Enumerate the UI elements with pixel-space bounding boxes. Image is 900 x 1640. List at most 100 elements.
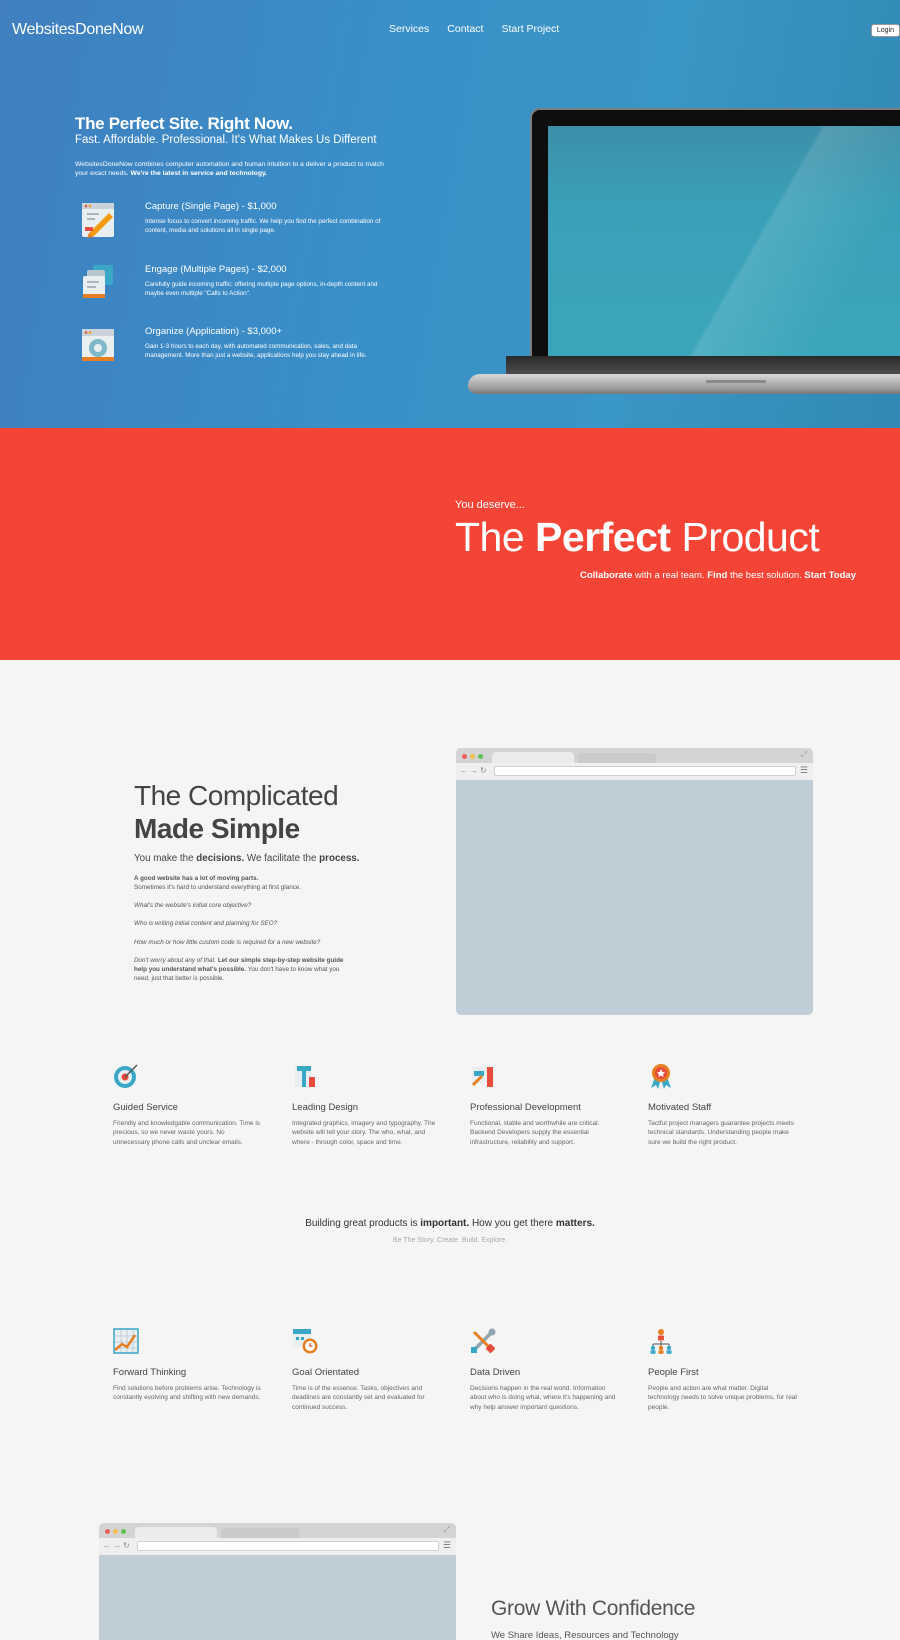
address-bar: [137, 1541, 439, 1551]
browser-mockup-2: ⤢ ←→↻ ☰: [99, 1523, 456, 1640]
expand-icon: ⤢: [443, 1525, 450, 1534]
service-capture[interactable]: Capture (Single Page) - $1,000 Intense f…: [75, 201, 385, 251]
tag-collaborate: Collaborate: [580, 570, 633, 581]
quote-bold-2: matters.: [555, 1218, 595, 1229]
main-nav: Services Contact Start Project: [389, 23, 559, 35]
feature-title: Goal Orientated: [292, 1367, 360, 1378]
feature-desc: Integrated graphics, imagery and typogra…: [292, 1120, 436, 1146]
laptop-notch: [706, 380, 766, 383]
question-1: What's the website's initial core object…: [134, 901, 349, 910]
award-ribbon-icon: [651, 1064, 671, 1089]
menu-icon: ☰: [442, 1540, 451, 1550]
service-title: Engage (Multiple Pages) - $2,000: [145, 264, 287, 275]
feature-desc: Time is of the essence. Tasks, objective…: [292, 1385, 425, 1411]
people-network-icon: [650, 1329, 672, 1354]
nav-arrows-icon: ←→↻: [460, 766, 489, 775]
tag-find: Find: [707, 570, 728, 581]
feature-professional-development: Professional Development Functional, sta…: [470, 1063, 620, 1147]
feature-motivated-staff: Motivated Staff Tactful project managers…: [648, 1063, 798, 1147]
hero-subtitle: Fast. Affordable. Professional. It's Wha…: [75, 134, 377, 146]
service-desc: Intense focus to convert incoming traffi…: [145, 218, 381, 234]
laptop-base: [468, 374, 900, 394]
target-icon: [114, 1064, 138, 1088]
login-button[interactable]: Login: [870, 24, 900, 37]
lead-text-2: We facilitate the: [244, 853, 320, 864]
feature-desc: Friendly and knowledgable communication.…: [113, 1120, 261, 1146]
feature-leading-design: Leading Design Integrated graphics, imag…: [292, 1063, 442, 1147]
maximize-dot-icon: [478, 754, 483, 759]
browser-toolbar: ←→↻ ☰: [99, 1538, 456, 1555]
maximize-dot-icon: [121, 1529, 126, 1534]
browser-toolbar: ←→↻ ☰: [456, 763, 813, 780]
address-bar: [494, 766, 796, 776]
brand-logo[interactable]: WebsitesDoneNow: [12, 21, 144, 39]
feature-forward-thinking: Forward Thinking Find solutions before p…: [113, 1328, 263, 1403]
hero-intro: WebsitesDoneNow combines computer automa…: [75, 160, 385, 178]
laptop-image: [466, 106, 900, 406]
feature-data-driven: Data Driven Decisions happen in the real…: [470, 1328, 620, 1412]
minimize-dot-icon: [113, 1529, 118, 1534]
question-3-text: How much or how little custom code is re…: [134, 938, 321, 946]
service-engage[interactable]: Engage (Multiple Pages) - $2,000 Careful…: [75, 264, 385, 314]
feature-people-first: People First People and action are what …: [648, 1328, 798, 1412]
hero-title: The Perfect Site. Right Now.: [75, 114, 293, 133]
feature-desc: Functional, stable and worthwhile are cr…: [470, 1120, 600, 1146]
hero-intro-bold: We're the latest in service and technolo…: [130, 170, 268, 178]
feature-title: Guided Service: [113, 1102, 178, 1113]
quote-text-2: How you get there: [469, 1218, 556, 1229]
middle-subtitle: Be The Story. Create. Build. Explore.: [392, 1237, 508, 1244]
service-organize[interactable]: Organize (Application) - $3,000+ Gain 1-…: [75, 326, 385, 376]
section-body: A good website has a lot of moving parts…: [134, 874, 349, 992]
body-paragraph-1: A good website has a lot of moving parts…: [134, 874, 349, 892]
grow-subtitle: We Share Ideas, Resources and Technology: [491, 1630, 679, 1640]
feature-desc: Decisions happen in the real world. Info…: [470, 1385, 616, 1411]
quote-text-1: Building great products is: [305, 1218, 421, 1229]
banner-kicker: You deserve...: [455, 499, 525, 511]
banner-headline: The Perfect Product: [455, 514, 820, 561]
multi-page-icon: [83, 265, 113, 298]
question-3: How much or how little custom code is re…: [134, 938, 349, 947]
growth-chart-icon: [113, 1328, 139, 1354]
calendar-clock-icon: [293, 1329, 318, 1354]
service-title: Organize (Application) - $3,000+: [145, 326, 283, 337]
quote-bold-1: important.: [420, 1218, 470, 1229]
section-heading-line1: The Complicated: [134, 780, 339, 811]
middle-quote: Building great products is important. Ho…: [0, 1218, 900, 1229]
section-heading-line2: Made Simple: [134, 813, 300, 844]
window-controls: [105, 1529, 126, 1534]
browser-chrome: ⤢ ←→↻ ☰: [456, 748, 813, 780]
browser-mockup: ⤢ ←→↻ ☰: [456, 748, 813, 1015]
body-p1-text: Sometimes it's hard to understand everyt…: [134, 884, 302, 892]
headline-bold: Perfect: [535, 514, 671, 560]
nav-contact[interactable]: Contact: [447, 23, 483, 35]
perfect-product-banner: You deserve... The Perfect Product Colla…: [0, 428, 900, 660]
section-lead: You make the decisions. We facilitate th…: [134, 853, 359, 864]
feature-desc: People and action are what matter. Digit…: [648, 1385, 797, 1411]
expand-icon: ⤢: [800, 750, 807, 759]
typography-icon: [295, 1066, 315, 1087]
nav-arrows-icon: ←→↻: [103, 1541, 132, 1550]
browser-tab: [135, 1527, 217, 1538]
feature-desc: Find solutions before problems arise. Te…: [113, 1385, 261, 1402]
tag-text-2: the best solution.: [727, 570, 805, 581]
close-dot-icon: [462, 754, 467, 759]
headline-pre: The: [455, 514, 536, 560]
pencil-page-icon: [82, 203, 114, 238]
menu-icon: ☰: [799, 765, 808, 775]
browser-tab: [578, 753, 656, 763]
feature-title: People First: [648, 1367, 699, 1378]
feature-title: Motivated Staff: [648, 1102, 712, 1113]
browser-tab: [492, 752, 574, 763]
question-2-text: Who is writing initial content and plann…: [134, 920, 278, 928]
feature-title: Leading Design: [292, 1102, 359, 1113]
wrench-screwdriver-icon: [471, 1328, 496, 1354]
body-end-italic: Don't worry about any of that.: [134, 956, 217, 964]
tools-chart-icon: [471, 1067, 494, 1087]
tag-start-today[interactable]: Start Today: [804, 570, 856, 581]
body-p1-bold: A good website has a lot of moving parts…: [134, 875, 259, 882]
nav-services[interactable]: Services: [389, 23, 429, 35]
nav-start-project[interactable]: Start Project: [501, 23, 559, 35]
lead-bold-1: decisions.: [196, 853, 245, 864]
browser-tab: [221, 1528, 299, 1538]
grow-title: Grow With Confidence: [491, 1597, 696, 1620]
